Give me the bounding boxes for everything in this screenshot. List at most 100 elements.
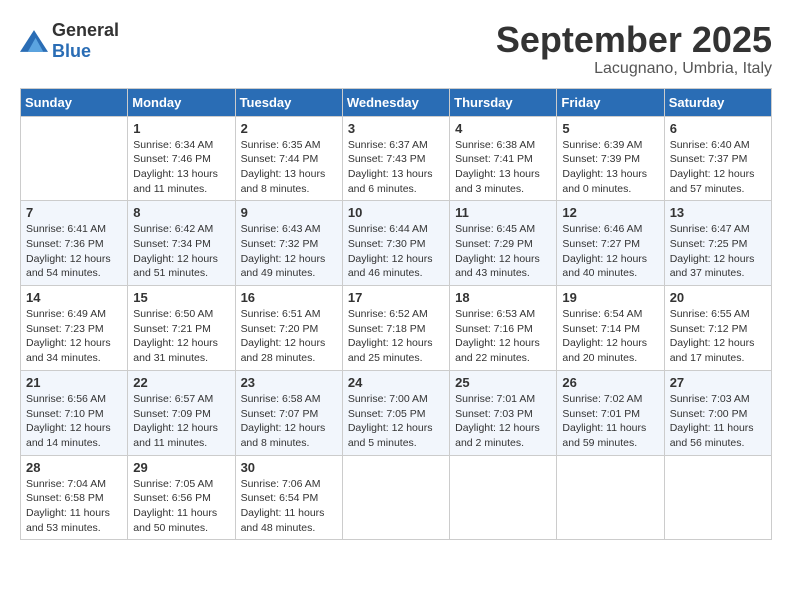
calendar-cell: 21 Sunrise: 6:56 AMSunset: 7:10 PMDayligh… — [21, 370, 128, 455]
header-friday: Friday — [557, 88, 664, 116]
calendar-cell — [342, 455, 449, 540]
header-tuesday: Tuesday — [235, 88, 342, 116]
day-info: Sunrise: 6:43 AMSunset: 7:32 PMDaylight:… — [241, 222, 337, 281]
calendar-cell: 29 Sunrise: 7:05 AMSunset: 6:56 PMDayligh… — [128, 455, 235, 540]
day-number: 16 — [241, 290, 337, 305]
day-number: 8 — [133, 205, 229, 220]
calendar-cell — [664, 455, 771, 540]
day-info: Sunrise: 7:06 AMSunset: 6:54 PMDaylight:… — [241, 477, 337, 536]
calendar-cell: 8Sunrise: 6:42 AMSunset: 7:34 PMDaylight… — [128, 201, 235, 286]
day-number: 17 — [348, 290, 444, 305]
day-info: Sunrise: 6:57 AMSunset: 7:09 PMDaylight:… — [133, 392, 229, 451]
day-number: 23 — [241, 375, 337, 390]
day-number: 1 — [133, 121, 229, 136]
calendar-cell — [450, 455, 557, 540]
location-title: Lacugnano, Umbria, Italy — [496, 60, 772, 78]
calendar-cell: 22Sunrise: 6:57 AMSunset: 7:09 PMDayligh… — [128, 370, 235, 455]
day-number: 7 — [26, 205, 122, 220]
calendar-cell: 6 Sunrise: 6:40 AMSunset: 7:37 PMDaylight… — [664, 116, 771, 201]
day-number: 28 — [26, 460, 122, 475]
calendar-cell: 3 Sunrise: 6:37 AMSunset: 7:43 PMDaylight… — [342, 116, 449, 201]
day-info: Sunrise: 6:34 AMSunset: 7:46 PMDaylight:… — [133, 138, 229, 197]
day-info: Sunrise: 7:03 AMSunset: 7:00 PMDaylight:… — [670, 392, 766, 451]
calendar-cell — [557, 455, 664, 540]
day-number: 24 — [348, 375, 444, 390]
day-number: 13 — [670, 205, 766, 220]
day-number: 15 — [133, 290, 229, 305]
day-info: Sunrise: 6:50 AMSunset: 7:21 PMDaylight:… — [133, 307, 229, 366]
day-info: Sunrise: 6:53 AMSunset: 7:16 PMDaylight:… — [455, 307, 551, 366]
calendar-cell: 7 Sunrise: 6:41 AMSunset: 7:36 PMDaylight… — [21, 201, 128, 286]
calendar-cell: 5Sunrise: 6:39 AMSunset: 7:39 PMDaylight… — [557, 116, 664, 201]
calendar-cell: 16Sunrise: 6:51 AMSunset: 7:20 PMDayligh… — [235, 286, 342, 371]
calendar-cell: 20 Sunrise: 6:55 AMSunset: 7:12 PMDayligh… — [664, 286, 771, 371]
calendar-cell: 26Sunrise: 7:02 AMSunset: 7:01 PMDayligh… — [557, 370, 664, 455]
header-wednesday: Wednesday — [342, 88, 449, 116]
day-info: Sunrise: 6:49 AMSunset: 7:23 PMDaylight:… — [26, 307, 122, 366]
calendar-week-5: 28 Sunrise: 7:04 AMSunset: 6:58 PMDayligh… — [21, 455, 772, 540]
day-number: 19 — [562, 290, 658, 305]
calendar-cell — [21, 116, 128, 201]
day-number: 5 — [562, 121, 658, 136]
day-info: Sunrise: 6:47 AMSunset: 7:25 PMDaylight:… — [670, 222, 766, 281]
header-monday: Monday — [128, 88, 235, 116]
day-info: Sunrise: 6:55 AMSunset: 7:12 PMDaylight:… — [670, 307, 766, 366]
day-number: 14 — [26, 290, 122, 305]
calendar-cell: 28 Sunrise: 7:04 AMSunset: 6:58 PMDayligh… — [21, 455, 128, 540]
day-info: Sunrise: 6:37 AMSunset: 7:43 PMDaylight:… — [348, 138, 444, 197]
calendar-cell: 19Sunrise: 6:54 AMSunset: 7:14 PMDayligh… — [557, 286, 664, 371]
day-number: 18 — [455, 290, 551, 305]
day-info: Sunrise: 6:38 AMSunset: 7:41 PMDaylight:… — [455, 138, 551, 197]
day-info: Sunrise: 6:44 AMSunset: 7:30 PMDaylight:… — [348, 222, 444, 281]
header-thursday: Thursday — [450, 88, 557, 116]
day-number: 12 — [562, 205, 658, 220]
day-number: 3 — [348, 121, 444, 136]
day-number: 25 — [455, 375, 551, 390]
title-block: September 2025 Lacugnano, Umbria, Italy — [496, 20, 772, 78]
calendar-cell: 17 Sunrise: 6:52 AMSunset: 7:18 PMDayligh… — [342, 286, 449, 371]
day-number: 2 — [241, 121, 337, 136]
calendar-cell: 24 Sunrise: 7:00 AMSunset: 7:05 PMDayligh… — [342, 370, 449, 455]
day-number: 20 — [670, 290, 766, 305]
day-info: Sunrise: 6:40 AMSunset: 7:37 PMDaylight:… — [670, 138, 766, 197]
calendar-cell: 11 Sunrise: 6:45 AMSunset: 7:29 PMDayligh… — [450, 201, 557, 286]
calendar-cell: 2 Sunrise: 6:35 AMSunset: 7:44 PMDaylight… — [235, 116, 342, 201]
calendar-cell: 27 Sunrise: 7:03 AMSunset: 7:00 PMDayligh… — [664, 370, 771, 455]
day-info: Sunrise: 6:56 AMSunset: 7:10 PMDaylight:… — [26, 392, 122, 451]
day-info: Sunrise: 6:41 AMSunset: 7:36 PMDaylight:… — [26, 222, 122, 281]
day-info: Sunrise: 6:52 AMSunset: 7:18 PMDaylight:… — [348, 307, 444, 366]
calendar-cell: 1 Sunrise: 6:34 AMSunset: 7:46 PMDaylight… — [128, 116, 235, 201]
day-number: 10 — [348, 205, 444, 220]
calendar-cell: 25Sunrise: 7:01 AMSunset: 7:03 PMDayligh… — [450, 370, 557, 455]
day-info: Sunrise: 6:58 AMSunset: 7:07 PMDaylight:… — [241, 392, 337, 451]
calendar-table: SundayMondayTuesdayWednesdayThursdayFrid… — [20, 88, 772, 541]
day-number: 29 — [133, 460, 229, 475]
calendar-cell: 13 Sunrise: 6:47 AMSunset: 7:25 PMDayligh… — [664, 201, 771, 286]
calendar-week-2: 7 Sunrise: 6:41 AMSunset: 7:36 PMDaylight… — [21, 201, 772, 286]
logo-icon — [20, 30, 48, 52]
day-number: 6 — [670, 121, 766, 136]
day-number: 26 — [562, 375, 658, 390]
day-number: 11 — [455, 205, 551, 220]
day-info: Sunrise: 7:00 AMSunset: 7:05 PMDaylight:… — [348, 392, 444, 451]
day-number: 4 — [455, 121, 551, 136]
logo-text-blue: Blue — [52, 41, 91, 61]
day-info: Sunrise: 6:45 AMSunset: 7:29 PMDaylight:… — [455, 222, 551, 281]
day-info: Sunrise: 7:05 AMSunset: 6:56 PMDaylight:… — [133, 477, 229, 536]
calendar-cell: 4 Sunrise: 6:38 AMSunset: 7:41 PMDaylight… — [450, 116, 557, 201]
calendar-week-1: 1 Sunrise: 6:34 AMSunset: 7:46 PMDaylight… — [21, 116, 772, 201]
month-title: September 2025 — [496, 20, 772, 60]
day-info: Sunrise: 6:35 AMSunset: 7:44 PMDaylight:… — [241, 138, 337, 197]
calendar-cell: 14 Sunrise: 6:49 AMSunset: 7:23 PMDayligh… — [21, 286, 128, 371]
day-info: Sunrise: 6:46 AMSunset: 7:27 PMDaylight:… — [562, 222, 658, 281]
calendar-cell: 12 Sunrise: 6:46 AMSunset: 7:27 PMDayligh… — [557, 201, 664, 286]
day-number: 30 — [241, 460, 337, 475]
calendar-cell: 10 Sunrise: 6:44 AMSunset: 7:30 PMDayligh… — [342, 201, 449, 286]
calendar-cell: 15 Sunrise: 6:50 AMSunset: 7:21 PMDayligh… — [128, 286, 235, 371]
day-number: 21 — [26, 375, 122, 390]
day-number: 27 — [670, 375, 766, 390]
calendar-week-3: 14 Sunrise: 6:49 AMSunset: 7:23 PMDayligh… — [21, 286, 772, 371]
calendar-cell: 18 Sunrise: 6:53 AMSunset: 7:16 PMDayligh… — [450, 286, 557, 371]
day-info: Sunrise: 7:04 AMSunset: 6:58 PMDaylight:… — [26, 477, 122, 536]
calendar-header-row: SundayMondayTuesdayWednesdayThursdayFrid… — [21, 88, 772, 116]
